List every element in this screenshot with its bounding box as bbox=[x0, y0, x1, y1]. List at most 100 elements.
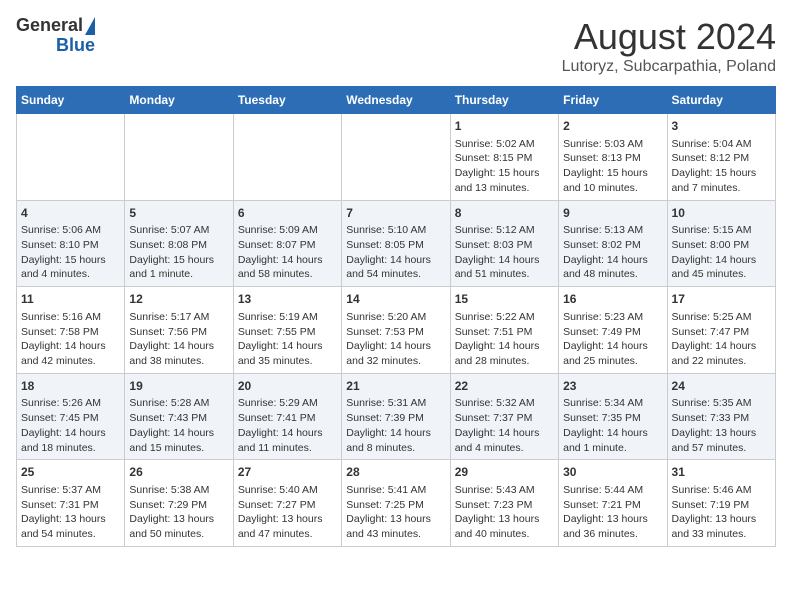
day-info-line: Sunrise: 5:40 AM bbox=[238, 483, 337, 498]
calendar-cell: 10Sunrise: 5:15 AMSunset: 8:00 PMDayligh… bbox=[667, 200, 775, 287]
day-info-line: Sunset: 7:51 PM bbox=[455, 325, 554, 340]
day-number: 25 bbox=[21, 464, 120, 481]
day-info-line: and 57 minutes. bbox=[672, 441, 771, 456]
day-info-line: Sunset: 8:15 PM bbox=[455, 151, 554, 166]
header-day-monday: Monday bbox=[125, 87, 233, 114]
calendar-cell: 17Sunrise: 5:25 AMSunset: 7:47 PMDayligh… bbox=[667, 287, 775, 374]
day-info-line: Sunset: 7:21 PM bbox=[563, 498, 662, 513]
day-info-line: Daylight: 14 hours bbox=[672, 339, 771, 354]
day-info-line: and 18 minutes. bbox=[21, 441, 120, 456]
day-info-line: Daylight: 13 hours bbox=[672, 512, 771, 527]
day-info-line: Sunrise: 5:12 AM bbox=[455, 223, 554, 238]
day-info-line: and 35 minutes. bbox=[238, 354, 337, 369]
day-info-line: Sunrise: 5:06 AM bbox=[21, 223, 120, 238]
calendar-header-row: SundayMondayTuesdayWednesdayThursdayFrid… bbox=[17, 87, 776, 114]
calendar-cell: 7Sunrise: 5:10 AMSunset: 8:05 PMDaylight… bbox=[342, 200, 450, 287]
day-info-line: Sunrise: 5:15 AM bbox=[672, 223, 771, 238]
day-info-line: and 43 minutes. bbox=[346, 527, 445, 542]
calendar-cell: 8Sunrise: 5:12 AMSunset: 8:03 PMDaylight… bbox=[450, 200, 558, 287]
day-info-line: and 1 minute. bbox=[563, 441, 662, 456]
day-info-line: and 4 minutes. bbox=[455, 441, 554, 456]
day-info-line: and 36 minutes. bbox=[563, 527, 662, 542]
day-info-line: Daylight: 15 hours bbox=[563, 166, 662, 181]
day-info-line: Sunset: 8:10 PM bbox=[21, 238, 120, 253]
calendar-cell: 21Sunrise: 5:31 AMSunset: 7:39 PMDayligh… bbox=[342, 373, 450, 460]
calendar-cell: 4Sunrise: 5:06 AMSunset: 8:10 PMDaylight… bbox=[17, 200, 125, 287]
page-header: General Blue August 2024 Lutoryz, Subcar… bbox=[16, 16, 776, 76]
day-info-line: Daylight: 14 hours bbox=[238, 426, 337, 441]
day-info-line: Sunset: 8:02 PM bbox=[563, 238, 662, 253]
day-info-line: Daylight: 13 hours bbox=[21, 512, 120, 527]
day-info-line: and 11 minutes. bbox=[238, 441, 337, 456]
calendar-week-row: 11Sunrise: 5:16 AMSunset: 7:58 PMDayligh… bbox=[17, 287, 776, 374]
calendar-cell: 28Sunrise: 5:41 AMSunset: 7:25 PMDayligh… bbox=[342, 460, 450, 547]
calendar-cell: 9Sunrise: 5:13 AMSunset: 8:02 PMDaylight… bbox=[559, 200, 667, 287]
calendar-cell bbox=[17, 114, 125, 201]
day-number: 26 bbox=[129, 464, 228, 481]
header-day-tuesday: Tuesday bbox=[233, 87, 341, 114]
day-info-line: and 54 minutes. bbox=[346, 267, 445, 282]
day-info-line: Sunset: 7:23 PM bbox=[455, 498, 554, 513]
day-info-line: Daylight: 13 hours bbox=[672, 426, 771, 441]
calendar-cell: 1Sunrise: 5:02 AMSunset: 8:15 PMDaylight… bbox=[450, 114, 558, 201]
day-info-line: Sunrise: 5:34 AM bbox=[563, 396, 662, 411]
calendar-cell: 30Sunrise: 5:44 AMSunset: 7:21 PMDayligh… bbox=[559, 460, 667, 547]
day-info-line: Daylight: 14 hours bbox=[455, 426, 554, 441]
day-info-line: Sunset: 7:31 PM bbox=[21, 498, 120, 513]
day-info-line: Sunset: 7:33 PM bbox=[672, 411, 771, 426]
day-info-line: Sunrise: 5:10 AM bbox=[346, 223, 445, 238]
day-info-line: Daylight: 14 hours bbox=[455, 339, 554, 354]
day-info-line: Sunrise: 5:26 AM bbox=[21, 396, 120, 411]
header-day-saturday: Saturday bbox=[667, 87, 775, 114]
day-number: 22 bbox=[455, 378, 554, 395]
day-info-line: Sunset: 7:43 PM bbox=[129, 411, 228, 426]
calendar-cell: 12Sunrise: 5:17 AMSunset: 7:56 PMDayligh… bbox=[125, 287, 233, 374]
day-info-line: Sunrise: 5:04 AM bbox=[672, 137, 771, 152]
day-info-line: Sunset: 7:47 PM bbox=[672, 325, 771, 340]
calendar-cell: 18Sunrise: 5:26 AMSunset: 7:45 PMDayligh… bbox=[17, 373, 125, 460]
calendar-cell: 27Sunrise: 5:40 AMSunset: 7:27 PMDayligh… bbox=[233, 460, 341, 547]
day-info-line: and 13 minutes. bbox=[455, 181, 554, 196]
day-info-line: Sunset: 7:41 PM bbox=[238, 411, 337, 426]
calendar-cell: 13Sunrise: 5:19 AMSunset: 7:55 PMDayligh… bbox=[233, 287, 341, 374]
day-info-line: Sunrise: 5:07 AM bbox=[129, 223, 228, 238]
day-number: 30 bbox=[563, 464, 662, 481]
day-info-line: Daylight: 14 hours bbox=[455, 253, 554, 268]
day-info-line: Sunset: 7:19 PM bbox=[672, 498, 771, 513]
day-info-line: and 38 minutes. bbox=[129, 354, 228, 369]
day-info-line: Sunset: 8:07 PM bbox=[238, 238, 337, 253]
day-number: 28 bbox=[346, 464, 445, 481]
day-info-line: Sunrise: 5:23 AM bbox=[563, 310, 662, 325]
day-info-line: and 4 minutes. bbox=[21, 267, 120, 282]
day-info-line: and 32 minutes. bbox=[346, 354, 445, 369]
day-info-line: Daylight: 14 hours bbox=[346, 339, 445, 354]
day-info-line: Sunrise: 5:02 AM bbox=[455, 137, 554, 152]
day-number: 10 bbox=[672, 205, 771, 222]
day-info-line: Daylight: 14 hours bbox=[346, 426, 445, 441]
day-info-line: Sunrise: 5:35 AM bbox=[672, 396, 771, 411]
day-info-line: and 50 minutes. bbox=[129, 527, 228, 542]
day-info-line: Daylight: 15 hours bbox=[21, 253, 120, 268]
day-info-line: and 33 minutes. bbox=[672, 527, 771, 542]
day-number: 15 bbox=[455, 291, 554, 308]
day-info-line: Sunset: 7:27 PM bbox=[238, 498, 337, 513]
day-info-line: and 7 minutes. bbox=[672, 181, 771, 196]
day-info-line: Sunset: 8:03 PM bbox=[455, 238, 554, 253]
calendar-cell: 31Sunrise: 5:46 AMSunset: 7:19 PMDayligh… bbox=[667, 460, 775, 547]
day-info-line: Sunrise: 5:37 AM bbox=[21, 483, 120, 498]
calendar-cell: 3Sunrise: 5:04 AMSunset: 8:12 PMDaylight… bbox=[667, 114, 775, 201]
calendar-cell bbox=[342, 114, 450, 201]
logo-triangle-icon bbox=[85, 17, 95, 35]
day-info-line: Sunrise: 5:19 AM bbox=[238, 310, 337, 325]
day-info-line: Daylight: 13 hours bbox=[563, 512, 662, 527]
day-number: 4 bbox=[21, 205, 120, 222]
day-info-line: and 48 minutes. bbox=[563, 267, 662, 282]
day-info-line: and 47 minutes. bbox=[238, 527, 337, 542]
calendar-cell: 23Sunrise: 5:34 AMSunset: 7:35 PMDayligh… bbox=[559, 373, 667, 460]
day-info-line: and 10 minutes. bbox=[563, 181, 662, 196]
day-info-line: Sunset: 7:55 PM bbox=[238, 325, 337, 340]
calendar-week-row: 1Sunrise: 5:02 AMSunset: 8:15 PMDaylight… bbox=[17, 114, 776, 201]
day-number: 9 bbox=[563, 205, 662, 222]
day-number: 13 bbox=[238, 291, 337, 308]
day-info-line: and 42 minutes. bbox=[21, 354, 120, 369]
